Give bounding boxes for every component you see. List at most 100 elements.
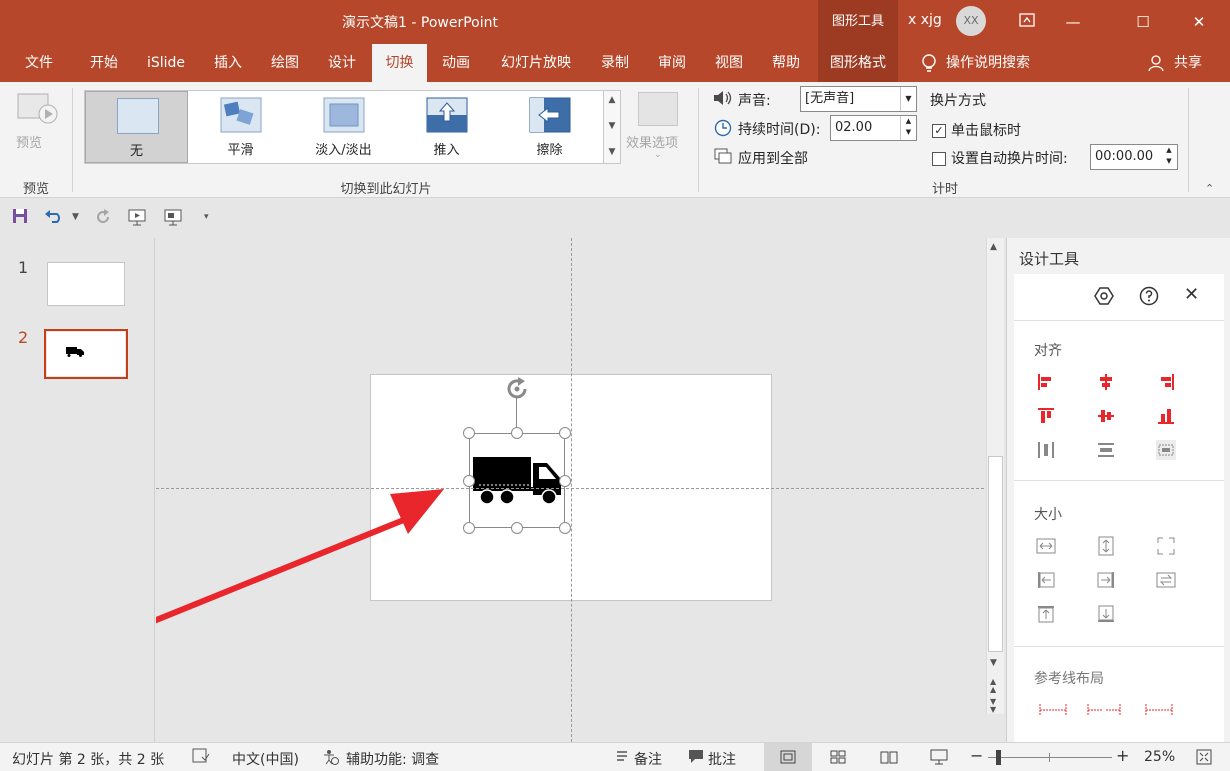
tab-record[interactable]: 录制 bbox=[590, 44, 640, 82]
zoom-slider[interactable] bbox=[988, 757, 1112, 758]
tab-home[interactable]: 开始 bbox=[78, 44, 130, 82]
notes-button[interactable]: 备注 bbox=[634, 749, 662, 769]
avatar[interactable]: XX bbox=[956, 6, 986, 36]
accessibility-status[interactable]: 辅助功能: 调查 bbox=[346, 749, 439, 769]
language-indicator[interactable]: 中文(中国) bbox=[232, 749, 299, 769]
zoom-out-icon[interactable]: − bbox=[970, 746, 983, 765]
share-icon[interactable] bbox=[1148, 54, 1166, 76]
extend-right-icon[interactable] bbox=[1096, 570, 1116, 590]
same-height-icon[interactable] bbox=[1096, 536, 1116, 556]
normal-view-button[interactable] bbox=[764, 743, 812, 771]
align-center-icon[interactable] bbox=[1096, 372, 1116, 392]
comments-button[interactable]: 批注 bbox=[708, 749, 736, 769]
maximize-icon[interactable]: ☐ bbox=[1120, 0, 1166, 44]
preview-button[interactable]: 预览 bbox=[16, 132, 42, 151]
spinner-icon[interactable]: ▲ ▼ bbox=[900, 116, 916, 140]
slide-thumbnail-2[interactable] bbox=[47, 332, 125, 376]
vertical-scrollbar[interactable]: ▲ ▼ ▲ ▲ ▼ ▼ bbox=[986, 238, 1004, 714]
zoom-level[interactable]: 25% bbox=[1144, 749, 1175, 765]
tab-draw[interactable]: 绘图 bbox=[259, 44, 311, 82]
scroll-up-icon[interactable]: ▲ bbox=[990, 242, 997, 252]
tab-review[interactable]: 审阅 bbox=[646, 44, 698, 82]
distribute-vertical-icon[interactable] bbox=[1096, 440, 1116, 460]
transition-wipe[interactable]: 擦除 bbox=[498, 91, 601, 163]
same-width-icon[interactable] bbox=[1036, 536, 1056, 556]
share-button[interactable]: 共享 bbox=[1168, 44, 1208, 82]
tell-me-search[interactable]: 操作说明搜索 bbox=[946, 44, 1056, 82]
extend-bottom-icon[interactable] bbox=[1096, 604, 1116, 624]
present-online-icon[interactable] bbox=[164, 208, 184, 230]
zoom-in-icon[interactable]: + bbox=[1116, 746, 1129, 765]
customize-qat-icon[interactable]: ▾ bbox=[204, 212, 209, 222]
previous-slide-icon[interactable]: ▲ ▲ bbox=[990, 678, 996, 694]
zoom-slider-thumb[interactable] bbox=[996, 750, 1001, 765]
align-bottom-icon[interactable] bbox=[1156, 406, 1176, 426]
scroll-down-icon[interactable]: ▼ bbox=[990, 658, 997, 668]
chevron-down-icon[interactable]: ⌄ bbox=[654, 150, 662, 160]
ribbon-display-icon[interactable] bbox=[1004, 0, 1050, 44]
chevron-down-icon[interactable]: ▼ bbox=[72, 212, 79, 222]
checkbox-checked-icon[interactable]: ✓ bbox=[932, 124, 946, 138]
transition-push[interactable]: 推入 bbox=[395, 91, 498, 163]
redo-icon[interactable] bbox=[94, 208, 112, 230]
same-size-icon[interactable] bbox=[1156, 536, 1176, 556]
accessibility-icon[interactable] bbox=[322, 748, 340, 770]
align-right-icon[interactable] bbox=[1156, 372, 1176, 392]
tab-shape-format[interactable]: 图形格式 bbox=[818, 44, 898, 82]
effect-options-button[interactable]: 效果选项 bbox=[626, 132, 678, 151]
swap-icon[interactable] bbox=[1156, 570, 1176, 590]
align-middle-icon[interactable] bbox=[1096, 406, 1116, 426]
duration-input[interactable]: 02.00 ▲ ▼ bbox=[830, 115, 917, 141]
notes-icon[interactable] bbox=[614, 748, 630, 768]
effect-options-icon[interactable] bbox=[638, 92, 678, 126]
transition-morph[interactable]: 平滑 bbox=[189, 91, 292, 163]
checkbox-icon[interactable] bbox=[932, 152, 946, 166]
auto-advance-checkbox[interactable]: 设置自动换片时间: bbox=[932, 148, 1068, 168]
transition-fade[interactable]: 淡入/淡出 bbox=[292, 91, 395, 163]
tab-slideshow[interactable]: 幻灯片放映 bbox=[492, 44, 580, 82]
start-slideshow-icon[interactable] bbox=[128, 208, 148, 230]
tab-insert[interactable]: 插入 bbox=[202, 44, 254, 82]
tab-islide[interactable]: iSlide bbox=[140, 44, 192, 82]
guide-layout-icons[interactable] bbox=[1036, 700, 1186, 724]
user-name[interactable]: x xjg bbox=[908, 12, 942, 28]
extend-left-icon[interactable] bbox=[1036, 570, 1056, 590]
tab-animations[interactable]: 动画 bbox=[430, 44, 482, 82]
apply-to-all-button[interactable]: 应用到全部 bbox=[738, 148, 808, 168]
distribute-horizontal-icon[interactable] bbox=[1036, 440, 1056, 460]
undo-icon[interactable] bbox=[44, 208, 64, 228]
preview-icon[interactable] bbox=[16, 92, 58, 130]
close-icon[interactable]: ✕ bbox=[1176, 0, 1222, 44]
save-icon[interactable] bbox=[12, 208, 28, 228]
slide-sorter-icon[interactable] bbox=[830, 750, 846, 768]
reading-view-icon[interactable] bbox=[880, 750, 898, 768]
fit-to-window-icon[interactable] bbox=[1196, 749, 1212, 769]
slideshow-view-icon[interactable] bbox=[930, 749, 948, 769]
tab-design[interactable]: 设计 bbox=[316, 44, 368, 82]
next-slide-icon[interactable]: ▼ ▼ bbox=[990, 698, 996, 714]
extend-top-icon[interactable] bbox=[1036, 604, 1056, 624]
settings-hexagon-icon[interactable] bbox=[1094, 286, 1114, 310]
tab-file[interactable]: 文件 bbox=[14, 44, 64, 82]
tab-transitions[interactable]: 切换 bbox=[372, 44, 427, 82]
slide-thumbnail-1[interactable] bbox=[47, 262, 125, 306]
chevron-down-icon[interactable]: ▼ bbox=[900, 87, 916, 111]
transition-none[interactable]: 无 bbox=[85, 91, 188, 163]
slide-editing-canvas[interactable] bbox=[79, 238, 984, 742]
gallery-scroll[interactable]: ▲ ▼ ▼ bbox=[603, 90, 621, 164]
spinner-icon[interactable]: ▲ ▼ bbox=[1161, 145, 1177, 169]
comments-icon[interactable] bbox=[688, 748, 704, 768]
minimize-icon[interactable]: — bbox=[1050, 0, 1096, 44]
help-icon[interactable] bbox=[1139, 286, 1159, 310]
tab-help[interactable]: 帮助 bbox=[760, 44, 812, 82]
sound-select[interactable]: [无声音] ▼ bbox=[800, 86, 917, 112]
align-left-icon[interactable] bbox=[1036, 372, 1056, 392]
align-top-icon[interactable] bbox=[1036, 406, 1056, 426]
on-click-checkbox[interactable]: ✓ 单击鼠标时 bbox=[932, 120, 1021, 140]
scroll-thumb[interactable] bbox=[988, 456, 1003, 652]
spelling-icon[interactable] bbox=[192, 748, 210, 768]
auto-advance-time-input[interactable]: 00:00.00 ▲ ▼ bbox=[1090, 144, 1178, 170]
tab-view[interactable]: 视图 bbox=[703, 44, 755, 82]
group-align-icon[interactable] bbox=[1156, 440, 1176, 460]
close-pane-icon[interactable]: ✕ bbox=[1184, 284, 1199, 305]
